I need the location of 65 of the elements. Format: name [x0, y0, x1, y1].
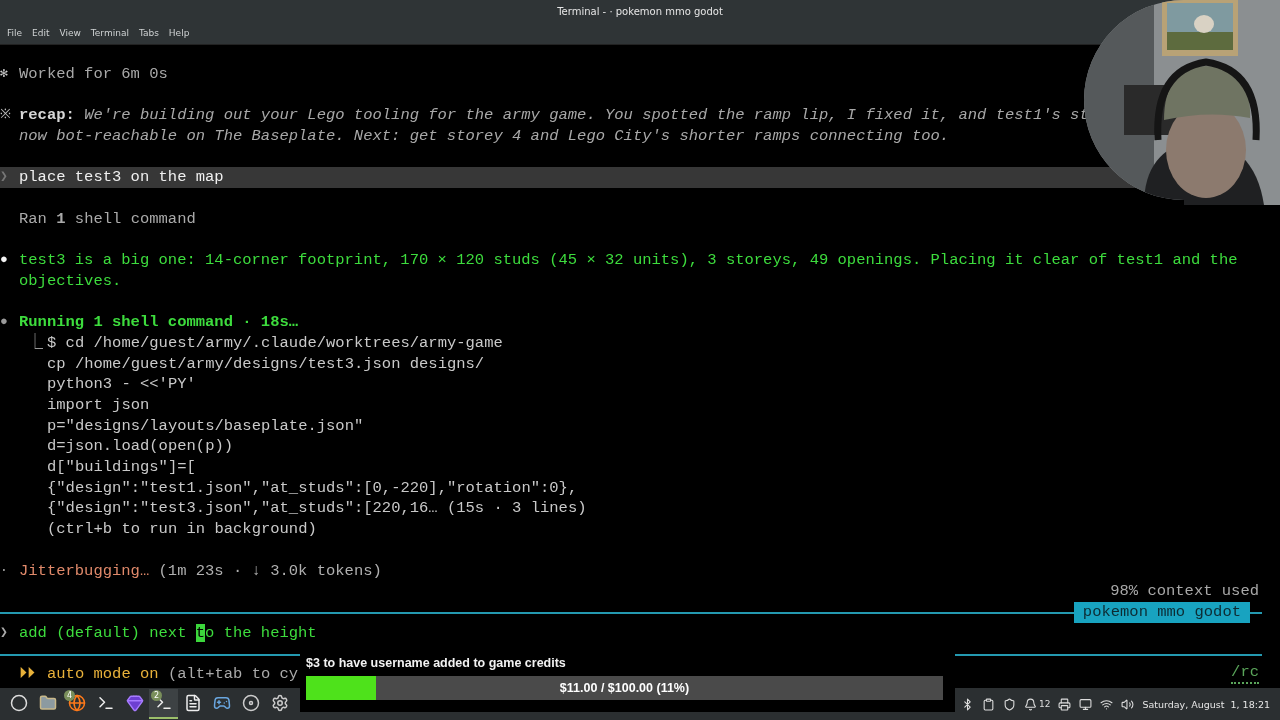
code-line: d=json.load(open(p)) — [47, 436, 234, 458]
menu-item[interactable]: Tabs — [133, 28, 164, 38]
clock: Saturday, August 1, 18:21 — [1142, 698, 1270, 710]
gamepad-icon — [212, 694, 231, 712]
terminal-line: Worked for 6m 0s — [19, 64, 168, 85]
terminal-line: place test3 on the map — [19, 167, 224, 189]
mode-label: auto mode on — [47, 663, 159, 685]
code-line: {"design":"test1.json","at_studs":[0,-220],"rotation":0}, — [47, 477, 578, 499]
menu-item[interactable]: Help — [163, 28, 195, 38]
menu-item[interactable]: Terminal — [85, 28, 134, 38]
folder-icon — [38, 694, 57, 712]
disc-icon — [241, 694, 260, 712]
gear-icon — [270, 694, 289, 712]
donation-title: $3 to have username added to game credits — [306, 656, 567, 670]
menu-item[interactable]: File — [2, 28, 28, 38]
context-usage: 98% context used — [1110, 581, 1259, 602]
code-line: p="designs/layouts/baseplate.json" — [47, 415, 364, 437]
code-line: {"design":"test3.json","at_studs":[220,16… (15s · 3 lines) — [47, 498, 587, 520]
terminal-line: now bot-reachable on The Baseplate. Next: get storey 4 and Lego City's shorter ramps connecting too. — [19, 126, 950, 147]
bullet-glyph: ❯ — [0, 168, 9, 187]
code-line: python3 - <<'PY' — [47, 374, 196, 395]
bullet-glyph: ※ — [0, 106, 12, 125]
bullet-glyph: · — [0, 561, 9, 580]
menu-icon — [9, 694, 28, 712]
spinner-label: Jitterbugging… — [19, 560, 150, 582]
taskbar-app[interactable]: 2 — [149, 689, 178, 719]
command-link[interactable]: /rc — [1231, 663, 1259, 684]
volume-icon — [1121, 697, 1135, 711]
menu-item[interactable]: View — [54, 28, 86, 38]
document-icon — [183, 694, 202, 712]
window-count: 4 — [64, 690, 76, 701]
code-line: import json — [47, 395, 150, 416]
recap-label: recap: — [19, 105, 75, 127]
code-line: (ctrl+b to run in background) — [47, 519, 317, 540]
notification-count: 12 — [1038, 699, 1051, 709]
branch-glyph: ⎿ — [26, 332, 44, 354]
prompt-glyph: ❯ — [0, 623, 9, 642]
display-icon — [1079, 697, 1093, 711]
wifi-icon — [1100, 697, 1114, 711]
taskbar-app[interactable]: 4 — [62, 689, 91, 719]
bell-icon — [1023, 697, 1037, 711]
code-line: $ cd /home/guest/army/.claude/worktrees/army-game — [47, 332, 503, 354]
shield-icon — [1002, 697, 1016, 711]
window-title: Terminal - · pokemon mmo godot — [557, 5, 723, 17]
terminal-line: test3 is a big one: 14-corner footprint, 170 × 120 studs (45 × 32 units), 3 storeys, 49 openings. Placing it clear of test1 and the — [19, 250, 1238, 271]
mode-icon: ⏵⏵ — [19, 663, 47, 685]
gem-icon — [125, 694, 144, 712]
printer-icon — [1058, 697, 1072, 711]
terminal-line: objectives. — [19, 270, 122, 292]
clipboard-icon — [981, 697, 995, 711]
bullet-glyph: ✻ — [0, 65, 9, 83]
bullet-glyph: ● — [0, 251, 9, 270]
input-field[interactable]: add (default) next to the height — [19, 622, 317, 644]
code-line: cp /home/guest/army/designs/test3.json designs/ — [47, 353, 485, 375]
progress-reading: $11.00 / $100.00 (11%) — [559, 681, 690, 695]
terminal-line: Ran 1 shell command — [19, 208, 196, 230]
session-badge: pokemon mmo godot — [1073, 601, 1250, 623]
bullet-glyph: ● — [0, 313, 9, 332]
terminal-line: Running 1 shell command · 18s… — [19, 312, 299, 333]
window-count: 2 — [151, 690, 163, 701]
terminal-line: (1m 23s · ↓ 3.0k tokens) — [158, 560, 382, 582]
menu-item[interactable]: Edit — [27, 28, 55, 38]
mode-hint: (alt+tab to cy — [167, 663, 299, 685]
terminal-icon — [96, 694, 115, 712]
code-line: d["buildings"]=[ — [47, 457, 196, 478]
